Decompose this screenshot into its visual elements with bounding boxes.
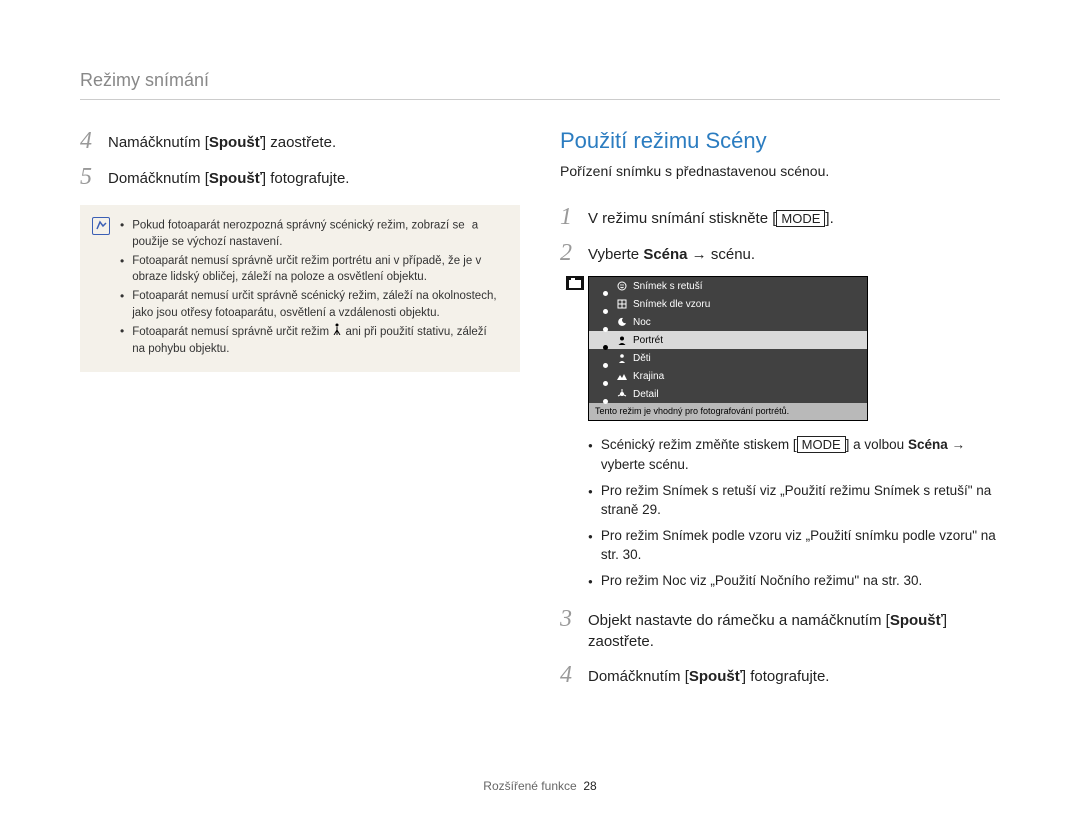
- left-column: 4 Namáčknutím [Spoušť] zaostřete. 5 Domá…: [80, 128, 520, 699]
- bullet-item: Scénický režim změňte stiskem [MODE] a v…: [588, 435, 1000, 474]
- step-text: Domáčknutím [Spoušť] fotografujte.: [108, 164, 349, 189]
- step-pre: V režimu snímání stiskněte [: [588, 210, 776, 227]
- step-bold: Spoušť: [209, 170, 262, 187]
- closeup-icon: [615, 388, 629, 400]
- step-pre: Objekt nastavte do rámečku a namáčknutím…: [588, 612, 890, 629]
- info-item: Fotoaparát nemusí určit správně scénický…: [120, 288, 502, 321]
- bullet-item: Pro režim Noc viz „Použití Nočního režim…: [588, 571, 1000, 591]
- step-text: Namáčknutím [Spoušť] zaostřete.: [108, 128, 336, 153]
- step-number: 2: [560, 240, 588, 266]
- scene-row[interactable]: Detail: [589, 385, 867, 403]
- step-pre: Namáčknutím [: [108, 134, 209, 151]
- bullet-text: Scénický režim změňte stiskem [: [601, 437, 797, 452]
- portrait-icon: [615, 334, 629, 346]
- info-list: Pokud fotoaparát nerozpozná správný scén…: [120, 217, 502, 360]
- step-post: ] fotografujte.: [742, 668, 830, 685]
- step-post: ] zaostřete.: [262, 134, 336, 151]
- mode-key: MODE: [797, 436, 846, 453]
- scene-label: Děti: [633, 353, 651, 364]
- info-item: Pokud fotoaparát nerozpozná správný scén…: [120, 217, 502, 251]
- bullet-text: Pro režim Snímek s retuší viz „Použití r…: [601, 481, 1000, 520]
- scene-row[interactable]: Snímek dle vzoru: [589, 295, 867, 313]
- step-post: scénu.: [711, 246, 755, 263]
- step-bold: Scéna: [643, 246, 687, 263]
- mode-key: MODE: [776, 210, 825, 227]
- scene-menu: Snímek s retuší Snímek dle vzoru Noc: [588, 276, 868, 421]
- guide-icon: [615, 298, 629, 310]
- info-text: Fotoaparát nemusí správně určit režim: [132, 326, 332, 338]
- page-footer: Rozšířené funkce 28: [0, 779, 1080, 793]
- step-1: 1 V režimu snímání stiskněte [MODE].: [560, 204, 1000, 230]
- bullet-text: Pro režim Noc viz „Použití Nočního režim…: [601, 571, 922, 591]
- step-number: 5: [80, 164, 108, 190]
- intro-text: Pořízení snímku s přednastavenou scénou.: [560, 162, 1000, 182]
- info-text: Fotoaparát nemusí určit správně scénický…: [132, 288, 502, 321]
- scene-row[interactable]: Děti: [589, 349, 867, 367]
- step-5-left: 5 Domáčknutím [Spoušť] fotografujte.: [80, 164, 520, 190]
- step-pre: Domáčknutím [: [108, 170, 209, 187]
- step-pre: Domáčknutím [: [588, 668, 689, 685]
- step-bold: Spoušť: [209, 134, 262, 151]
- bullet-text: Pro režim Snímek podle vzoru viz „Použit…: [601, 526, 1000, 565]
- tripod-icon: [332, 326, 345, 338]
- step-3: 3 Objekt nastavte do rámečku a namáčknut…: [560, 606, 1000, 652]
- scene-row[interactable]: Noc: [589, 313, 867, 331]
- info-item: Fotoaparát nemusí správně určit režim po…: [120, 253, 502, 286]
- scene-row-selected[interactable]: Portrét: [589, 331, 867, 349]
- bullet-item: Pro režim Snímek s retuší viz „Použití r…: [588, 481, 1000, 520]
- scene-mode-icon: [566, 276, 584, 290]
- footer-label: Rozšířené funkce: [483, 779, 576, 793]
- retouch-icon: [615, 280, 629, 292]
- scene-tooltip: Tento režim je vhodný pro fotografování …: [589, 403, 867, 420]
- step-number: 4: [80, 128, 108, 154]
- page-number: 28: [583, 779, 596, 793]
- step-text: Objekt nastavte do rámečku a namáčknutím…: [588, 606, 1000, 652]
- scene-row[interactable]: Snímek s retuší: [589, 277, 867, 295]
- step-number: 3: [560, 606, 588, 632]
- scene-row[interactable]: Krajina: [589, 367, 867, 385]
- info-box: Pokud fotoaparát nerozpozná správný scén…: [80, 205, 520, 372]
- right-column: Použití režimu Scény Pořízení snímku s p…: [560, 128, 1000, 699]
- step-text: V režimu snímání stiskněte [MODE].: [588, 204, 834, 229]
- step-text: Vyberte Scéna → scénu.: [588, 240, 755, 265]
- arrow: →: [688, 246, 711, 263]
- step-number: 4: [560, 662, 588, 688]
- section-header: Režimy snímání: [80, 70, 1000, 91]
- step-post: ] fotografujte.: [262, 170, 350, 187]
- info-text: Fotoaparát nemusí správně určit režim po…: [132, 253, 502, 286]
- step-text: Domáčknutím [Spoušť] fotografujte.: [588, 662, 829, 687]
- landscape-icon: [615, 370, 629, 382]
- scene-label: Noc: [633, 317, 651, 328]
- bullet-text: ] a volbou: [846, 437, 908, 452]
- scene-label: Detail: [633, 389, 659, 400]
- scene-label: Snímek dle vzoru: [633, 299, 710, 310]
- scene-label: Snímek s retuší: [633, 281, 702, 292]
- children-icon: [615, 352, 629, 364]
- scene-label: Krajina: [633, 371, 664, 382]
- bullet-item: Pro režim Snímek podle vzoru viz „Použit…: [588, 526, 1000, 565]
- info-text: Pokud fotoaparát nerozpozná správný scén…: [132, 219, 468, 231]
- night-icon: [615, 316, 629, 328]
- step-bold: Spoušť: [890, 612, 943, 629]
- step-post: ].: [825, 210, 833, 227]
- step-4-left: 4 Namáčknutím [Spoušť] zaostřete.: [80, 128, 520, 154]
- bullet-bold: Scéna: [908, 437, 948, 452]
- step-bold: Spoušť: [689, 668, 742, 685]
- bullet-list: Scénický režim změňte stiskem [MODE] a v…: [588, 435, 1000, 590]
- step-2: 2 Vyberte Scéna → scénu.: [560, 240, 1000, 266]
- section-heading: Použití režimu Scény: [560, 128, 1000, 154]
- info-item: Fotoaparát nemusí správně určit režim an…: [120, 323, 502, 357]
- divider: [80, 99, 1000, 100]
- scene-label: Portrét: [633, 335, 663, 346]
- step-pre: Vyberte: [588, 246, 643, 263]
- step-number: 1: [560, 204, 588, 230]
- note-icon: [92, 217, 110, 235]
- step-4-right: 4 Domáčknutím [Spoušť] fotografujte.: [560, 662, 1000, 688]
